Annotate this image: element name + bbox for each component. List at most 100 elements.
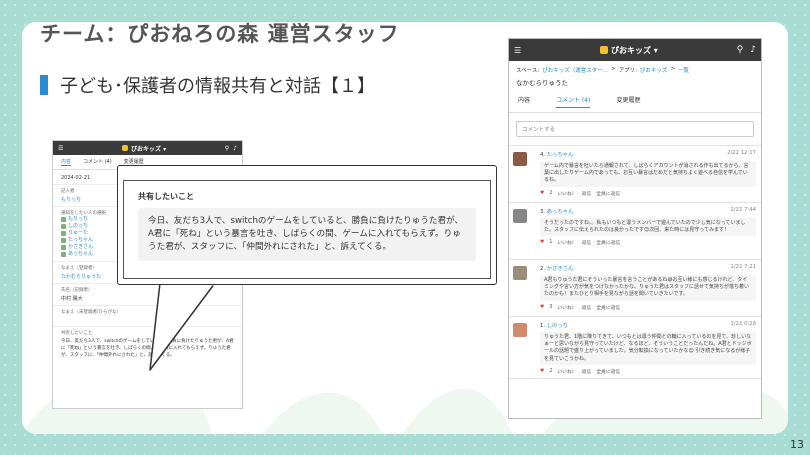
user-icon (61, 217, 66, 222)
subtitle-text: 子ども･保護者の情報共有と対話【１】 (60, 76, 375, 97)
comment-header: 3. あっちゃん 2/22 7:44 (540, 207, 756, 215)
avatar[interactable] (513, 209, 527, 223)
kana-field: なまえ（未登録者/ひらがな） (53, 306, 242, 327)
share-callout: 共有したいこと 今日、友だち3人で、switchのゲームをしていると、勝負に負け… (117, 165, 497, 285)
large-app-title: ぴおキッズ ▾ (611, 45, 658, 55)
like-count: 2 (549, 190, 553, 196)
staff-field: 氏名（記録者） 中村 陽大 (53, 284, 242, 306)
slide-title: チーム：ぴおねろの森 運営スタッフ (40, 22, 400, 46)
avatar[interactable] (513, 266, 527, 280)
reply-all-button[interactable]: 全員に返信 (596, 190, 620, 197)
comment-header: 4. たっちゃん 2/22 12:17 (540, 150, 756, 158)
bell-icon[interactable]: ♪ (233, 145, 237, 152)
user-icon (61, 245, 66, 250)
app-logo-icon (122, 145, 129, 151)
small-app-title: ぴおキッズ ▾ (131, 145, 167, 153)
avatar[interactable] (513, 323, 527, 337)
callout-text: 今日、友だち3人で、switchのゲームをしていると、勝負に負けたりゅうた君が、… (138, 208, 476, 261)
breadcrumb-space[interactable]: ぴおキッズ（運営スター... (542, 66, 608, 74)
breadcrumb-space-label: スペース: (516, 68, 540, 74)
breadcrumb-separator: > (610, 66, 616, 72)
small-app-header: ☰ ぴおキッズ ▾ ⚲ ♪ (53, 141, 242, 155)
subtitle-bar (40, 75, 48, 95)
reply-button[interactable]: 返信 (582, 190, 592, 197)
like-button[interactable]: いいね！ (557, 239, 576, 246)
small-header-icons: ⚲ ♪ (225, 145, 237, 152)
callout-label: 共有したいこと (138, 192, 194, 201)
comment-author[interactable]: かさきさん (547, 266, 574, 272)
comment-date: 2/22 0:28 (730, 321, 756, 327)
slide-subtitle: 子ども･保護者の情報共有と対話【１】 (40, 72, 375, 98)
page-number: 13 (790, 438, 804, 451)
comment-body: そうだったのですね。。私もいつもと違うメンバーで遊んでいたので少し気になっていま… (540, 218, 756, 237)
tab-content[interactable]: 内容 (518, 95, 530, 108)
breadcrumb-app-label: アプリ: (618, 68, 637, 74)
small-app-brand[interactable]: ぴおキッズ ▾ (122, 144, 166, 153)
heart-icon[interactable]: ♥ (540, 191, 544, 196)
large-tabs: 内容 コメント (4) 変更履歴 (509, 90, 761, 113)
staff-label: 氏名（記録者） (61, 288, 93, 293)
menu-icon[interactable]: ☰ (514, 46, 521, 55)
like-count: 1 (549, 240, 553, 246)
comment-actions: ♥ 2 いいね！ 返信 全員に返信 (540, 368, 756, 375)
reply-all-button[interactable]: 全員に返信 (596, 239, 620, 246)
heart-icon[interactable]: ♥ (540, 369, 544, 374)
comment-author[interactable]: あっちゃん (547, 209, 574, 215)
comment-author[interactable]: しのっち (547, 323, 568, 329)
comment-actions: ♥ 2 いいね！ 返信 全員に返信 (540, 190, 756, 197)
reply-button[interactable]: 返信 (582, 239, 592, 246)
tab-content[interactable]: 内容 (61, 158, 72, 166)
user-icon (61, 238, 66, 243)
user-icon (61, 231, 66, 236)
search-icon[interactable]: ⚲ (225, 145, 229, 152)
comment-date: 2/22 12:17 (727, 150, 756, 156)
breadcrumb: スペース: ぴおキッズ（運営スター... > アプリ: ぴおキッズ > 一覧 (509, 61, 761, 74)
comment-actions: ♥ 3 いいね！ 返信 全員に返信 (540, 304, 756, 311)
reply-button[interactable]: 返信 (582, 368, 592, 375)
comment-number: 4 (540, 152, 544, 158)
comment-body: ゲーム内で暴言を吐いたら通報されて、しばらくアカウントが消される作も出てるから、… (540, 161, 756, 187)
comment-item: 4. たっちゃん 2/22 12:17 ゲーム内で暴言を吐いたら通報されて、しば… (509, 146, 761, 203)
comment-input[interactable]: コメントする (516, 121, 754, 137)
share-text: 今日、友だち3人で、switchのゲームをしていると、勝負に負けたりゅうた君が、… (61, 339, 234, 358)
like-button[interactable]: いいね！ (557, 190, 576, 197)
like-button[interactable]: いいね！ (557, 368, 576, 375)
like-count: 3 (549, 304, 553, 310)
large-app-header: ☰ ぴおキッズ ▾ ⚲ ♪ (509, 39, 761, 61)
record-title: なかむらりゅうた (516, 79, 568, 87)
callout-frame: 共有したいこと 今日、友だち3人で、switchのゲームをしていると、勝負に負け… (123, 180, 491, 279)
kana-label: なまえ（未登録者/ひらがな） (61, 310, 122, 315)
comment-item: 2. かさきさん 2/22 7:21 A君もりゅうた君にそういった暴言を言うこと… (509, 260, 761, 317)
comment-author[interactable]: たっちゃん (547, 152, 574, 158)
staff-value: 中村 陽大 (61, 296, 83, 302)
reply-all-button[interactable]: 全員に返信 (596, 304, 620, 311)
heart-icon[interactable]: ♥ (540, 305, 544, 310)
large-app-brand[interactable]: ぴおキッズ ▾ (600, 45, 658, 56)
tab-history[interactable]: 変更履歴 (616, 95, 640, 108)
comment-number: 1 (540, 323, 544, 329)
comment-item: 1. しのっち 2/22 0:28 りゅうた君、1階に降りてきて、いつもとは違う… (509, 317, 761, 379)
bell-icon[interactable]: ♪ (750, 45, 756, 55)
comment-header: 2. かさきさん 2/22 7:21 (540, 264, 756, 272)
comment-item: 3. あっちゃん 2/22 7:44 そうだったのですね。。私もいつもと違うメン… (509, 203, 761, 260)
comment-number: 3 (540, 209, 544, 215)
comment-actions: ♥ 1 いいね！ 返信 全員に返信 (540, 239, 756, 246)
heart-icon[interactable]: ♥ (540, 240, 544, 245)
like-count: 2 (549, 368, 553, 374)
comment-date: 2/22 7:21 (730, 264, 756, 270)
tab-comments[interactable]: コメント (4) (83, 158, 112, 166)
menu-icon[interactable]: ☰ (58, 145, 63, 152)
slide: チーム：ぴおねろの森 運営スタッフ 子ども･保護者の情報共有と対話【１】 ☰ ぴ… (0, 0, 810, 455)
breadcrumb-list[interactable]: 一覧 (678, 66, 689, 74)
avatar[interactable] (513, 152, 527, 166)
search-icon[interactable]: ⚲ (737, 45, 744, 55)
like-button[interactable]: いいね！ (557, 304, 576, 311)
comment-body: りゅうた君、1階に降りてきて、いつもとは違う仲間との輪に入っているのを見て、珍し… (540, 332, 756, 365)
comment-header: 1. しのっち 2/22 0:28 (540, 321, 756, 329)
reply-button[interactable]: 返信 (582, 304, 592, 311)
kana-value (61, 317, 234, 323)
reply-all-button[interactable]: 全員に返信 (596, 368, 620, 375)
breadcrumb-app[interactable]: ぴおキッズ (640, 66, 668, 74)
tab-comments[interactable]: コメント (4) (556, 95, 591, 108)
user-icon (61, 252, 66, 257)
